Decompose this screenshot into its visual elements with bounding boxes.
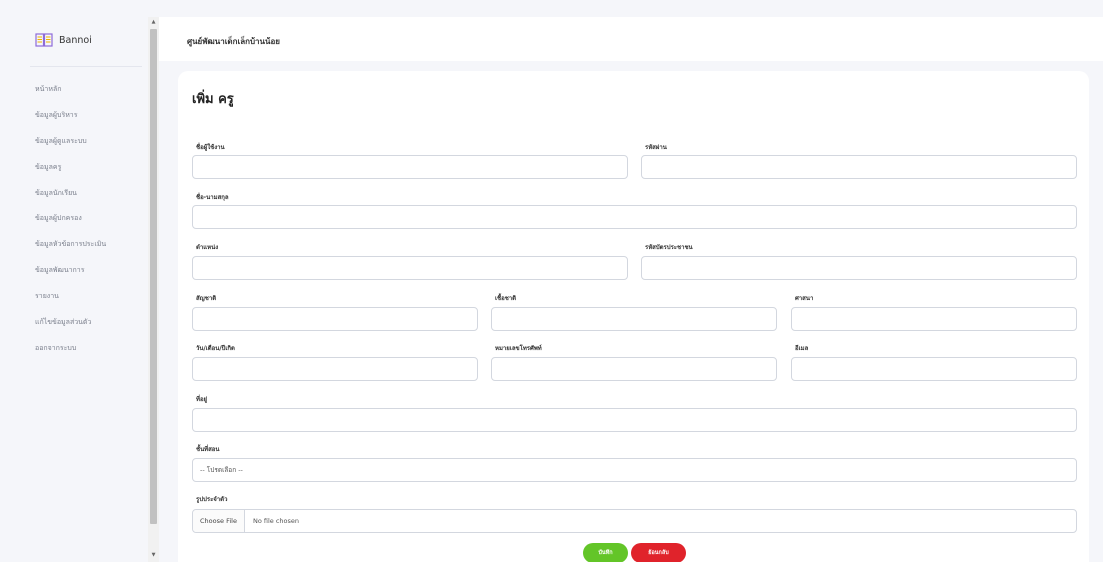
sidebar-item-development[interactable]: ข้อมูลพัฒนาการ <box>35 262 106 288</box>
file-status: No file chosen <box>252 517 299 525</box>
sidebar-item-edit-profile[interactable]: แก้ไขข้อมูลส่วนตัว <box>35 314 106 340</box>
religion-label: ศาสนา <box>795 295 814 302</box>
race-input[interactable] <box>491 307 777 331</box>
position-label: ตำแหน่ง <box>196 244 219 251</box>
username-label: ชื่อผู้ใช้งาน <box>196 144 225 151</box>
password-input[interactable] <box>641 155 1077 179</box>
address-label: ที่อยู่ <box>196 396 208 403</box>
sidebar-item-logout[interactable]: ออกจากระบบ <box>35 340 106 366</box>
religion-input[interactable] <box>791 307 1077 331</box>
id-card-input[interactable] <box>641 256 1077 280</box>
birthdate-input[interactable] <box>192 357 478 381</box>
class-level-select[interactable]: -- โปรดเลือก -- <box>192 458 1077 482</box>
fullname-label: ชื่อ-นามสกุล <box>196 194 229 201</box>
username-input[interactable] <box>192 155 628 179</box>
scroll-down-arrow-icon[interactable]: ▼ <box>148 550 159 560</box>
choose-file-button[interactable]: Choose File <box>193 510 245 532</box>
sidebar-item-reports[interactable]: รายงาน <box>35 288 106 314</box>
race-label: เชื้อชาติ <box>495 295 517 302</box>
ethnicity-label: สัญชาติ <box>196 295 217 302</box>
sidebar-item-teachers[interactable]: ข้อมูลครู <box>35 159 106 185</box>
sidebar-item-parents[interactable]: ข้อมูลผู้ปกครอง <box>35 210 106 236</box>
address-input[interactable] <box>192 408 1077 432</box>
book-open-icon <box>35 33 53 48</box>
email-input[interactable] <box>791 357 1077 381</box>
phone-input[interactable] <box>491 357 777 381</box>
sidebar-item-assessment-topics[interactable]: ข้อมูลหัวข้อการประเมิน <box>35 236 106 262</box>
fullname-input[interactable] <box>192 205 1077 229</box>
top-bar: ศูนย์พัฒนาเด็กเล็กบ้านน้อย <box>159 17 1103 61</box>
email-label: อีเมล <box>795 345 809 352</box>
id-card-label: รหัสบัตรประชาชน <box>645 244 693 251</box>
form-title: เพิ่ม ครู <box>192 92 234 107</box>
position-input[interactable] <box>192 256 628 280</box>
sidebar-item-home[interactable]: หน้าหลัก <box>35 81 106 107</box>
scroll-thumb[interactable] <box>150 29 157 524</box>
sidebar: Bannoi หน้าหลัก ข้อมูลผู้บริหาร ข้อมูลผู… <box>0 0 148 562</box>
class-level-label: ชั้นที่สอน <box>196 446 220 453</box>
sidebar-item-admins[interactable]: ข้อมูลผู้ดูแลระบบ <box>35 133 106 159</box>
sidebar-divider <box>30 66 142 67</box>
photo-file-input[interactable]: Choose File No file chosen <box>192 509 1077 533</box>
birthdate-label: วัน/เดือน/ปีเกิด <box>196 345 235 352</box>
back-button[interactable]: ย้อนกลับ <box>631 543 686 562</box>
save-button[interactable]: บันทึก <box>583 543 628 562</box>
photo-label: รูปประจำตัว <box>196 496 228 503</box>
sidebar-scrollbar[interactable]: ▲ ▼ <box>148 17 159 562</box>
scroll-up-arrow-icon[interactable]: ▲ <box>148 17 159 27</box>
phone-label: หมายเลขโทรศัพท์ <box>495 345 542 352</box>
password-label: รหัสผ่าน <box>645 144 667 151</box>
page-header-title: ศูนย์พัฒนาเด็กเล็กบ้านน้อย <box>187 37 280 46</box>
brand-name: Bannoi <box>59 35 92 46</box>
ethnicity-input[interactable] <box>192 307 478 331</box>
brand[interactable]: Bannoi <box>35 33 92 48</box>
sidebar-item-students[interactable]: ข้อมูลนักเรียน <box>35 185 106 211</box>
sidebar-item-executives[interactable]: ข้อมูลผู้บริหาร <box>35 107 106 133</box>
sidebar-menu: หน้าหลัก ข้อมูลผู้บริหาร ข้อมูลผู้ดูแลระ… <box>35 81 106 366</box>
